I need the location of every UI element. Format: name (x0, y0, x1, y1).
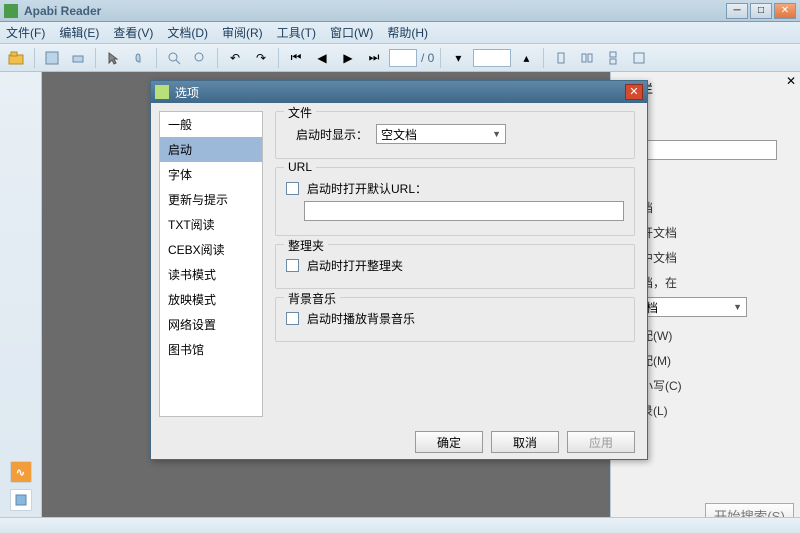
options-dialog: 选项 ✕ 一般 启动 字体 更新与提示 TXT阅读 CEBX阅读 读书模式 放映… (150, 80, 648, 460)
app-icon (4, 4, 18, 18)
nav-library[interactable]: 图书馆 (160, 337, 262, 362)
cancel-button[interactable]: 取消 (491, 431, 559, 453)
music-group: 背景音乐 启动时播放背景音乐 (275, 297, 635, 342)
play-music-label: 启动时播放背景音乐 (307, 310, 415, 327)
nav-general[interactable]: 一般 (160, 112, 262, 137)
dialog-title: 选项 (175, 84, 625, 101)
layout-facing-button[interactable] (576, 47, 598, 69)
print-button[interactable] (67, 47, 89, 69)
dialog-icon (155, 85, 169, 99)
file-group: 文件 启动时显示： 空文档▼ (275, 111, 635, 159)
pointer-button[interactable] (102, 47, 124, 69)
startup-show-label: 启动时显示： (296, 126, 368, 143)
nav-update[interactable]: 更新与提示 (160, 187, 262, 212)
menu-help[interactable]: 帮助(H) (387, 24, 428, 41)
url-group-legend: URL (284, 160, 316, 174)
nav-startup[interactable]: 启动 (160, 137, 262, 162)
statusbar (0, 517, 800, 533)
menu-window[interactable]: 窗口(W) (330, 24, 373, 41)
nav-network[interactable]: 网络设置 (160, 312, 262, 337)
organizer-group: 整理夹 启动时打开整理夹 (275, 244, 635, 289)
options-nav: 一般 启动 字体 更新与提示 TXT阅读 CEBX阅读 读书模式 放映模式 网络… (159, 111, 263, 417)
menu-file[interactable]: 文件(F) (6, 24, 45, 41)
titlebar: Apabi Reader ─ □ ✕ (0, 0, 800, 22)
nav-present[interactable]: 放映模式 (160, 287, 262, 312)
nav-cebx[interactable]: CEBX阅读 (160, 237, 262, 262)
apply-button[interactable]: 应用 (567, 431, 635, 453)
menu-doc[interactable]: 文档(D) (167, 24, 208, 41)
menu-view[interactable]: 查看(V) (113, 24, 153, 41)
startup-show-select[interactable]: 空文档▼ (376, 124, 506, 144)
open-organizer-checkbox[interactable] (286, 259, 299, 272)
open-button[interactable] (6, 47, 28, 69)
open-url-checkbox[interactable] (286, 182, 299, 195)
window-close-button[interactable]: ✕ (774, 3, 796, 19)
dialog-buttons: 确定 取消 应用 (151, 425, 647, 459)
prev-page-button[interactable]: ◀ (311, 47, 333, 69)
minimize-button[interactable]: ─ (726, 3, 748, 19)
maximize-button[interactable]: □ (750, 3, 772, 19)
menu-edit[interactable]: 编辑(E) (59, 24, 99, 41)
rotate-right-button[interactable]: ↷ (250, 47, 272, 69)
rotate-left-button[interactable]: ↶ (224, 47, 246, 69)
ok-button[interactable]: 确定 (415, 431, 483, 453)
nav-txt[interactable]: TXT阅读 (160, 212, 262, 237)
zoom-out-button[interactable] (189, 47, 211, 69)
zoom-up-button[interactable]: ▴ (515, 47, 537, 69)
open-organizer-label: 启动时打开整理夹 (307, 257, 403, 274)
play-music-checkbox[interactable] (286, 312, 299, 325)
page-input[interactable] (389, 49, 417, 67)
next-page-button[interactable]: ▶ (337, 47, 359, 69)
zoom-down-button[interactable]: ▾ (447, 47, 469, 69)
left-sidebar: ∿ (0, 72, 42, 517)
music-group-legend: 背景音乐 (284, 290, 340, 307)
first-page-button[interactable]: ⏮ (285, 47, 307, 69)
menu-tool[interactable]: 工具(T) (277, 24, 316, 41)
last-page-button[interactable]: ⏭ (363, 47, 385, 69)
options-content: 文件 启动时显示： 空文档▼ URL 启动时打开默认URL： 整理夹 (263, 103, 647, 425)
dialog-close-button[interactable]: ✕ (625, 84, 643, 100)
menu-review[interactable]: 审阅(R) (222, 24, 263, 41)
dialog-titlebar: 选项 ✕ (151, 81, 647, 103)
file-group-legend: 文件 (284, 104, 316, 121)
save-button[interactable] (41, 47, 63, 69)
hand-button[interactable] (128, 47, 150, 69)
app-title: Apabi Reader (24, 4, 726, 18)
library-icon[interactable] (10, 489, 32, 511)
nav-reading[interactable]: 读书模式 (160, 262, 262, 287)
page-total: / 0 (421, 51, 434, 65)
open-url-label: 启动时打开默认URL： (307, 180, 427, 197)
rss-icon[interactable]: ∿ (10, 461, 32, 483)
nav-font[interactable]: 字体 (160, 162, 262, 187)
toolbar: ↶ ↷ ⏮ ◀ ▶ ⏭ / 0 ▾ ▴ (0, 44, 800, 72)
url-input[interactable] (304, 201, 624, 221)
zoom-in-button[interactable] (163, 47, 185, 69)
fullscreen-button[interactable] (628, 47, 650, 69)
layout-single-button[interactable] (550, 47, 572, 69)
organizer-group-legend: 整理夹 (284, 237, 328, 254)
panel-close-icon[interactable]: ✕ (786, 74, 796, 88)
url-group: URL 启动时打开默认URL： (275, 167, 635, 236)
layout-continuous-button[interactable] (602, 47, 624, 69)
zoom-select[interactable] (473, 49, 511, 67)
menubar: 文件(F) 编辑(E) 查看(V) 文档(D) 审阅(R) 工具(T) 窗口(W… (0, 22, 800, 44)
